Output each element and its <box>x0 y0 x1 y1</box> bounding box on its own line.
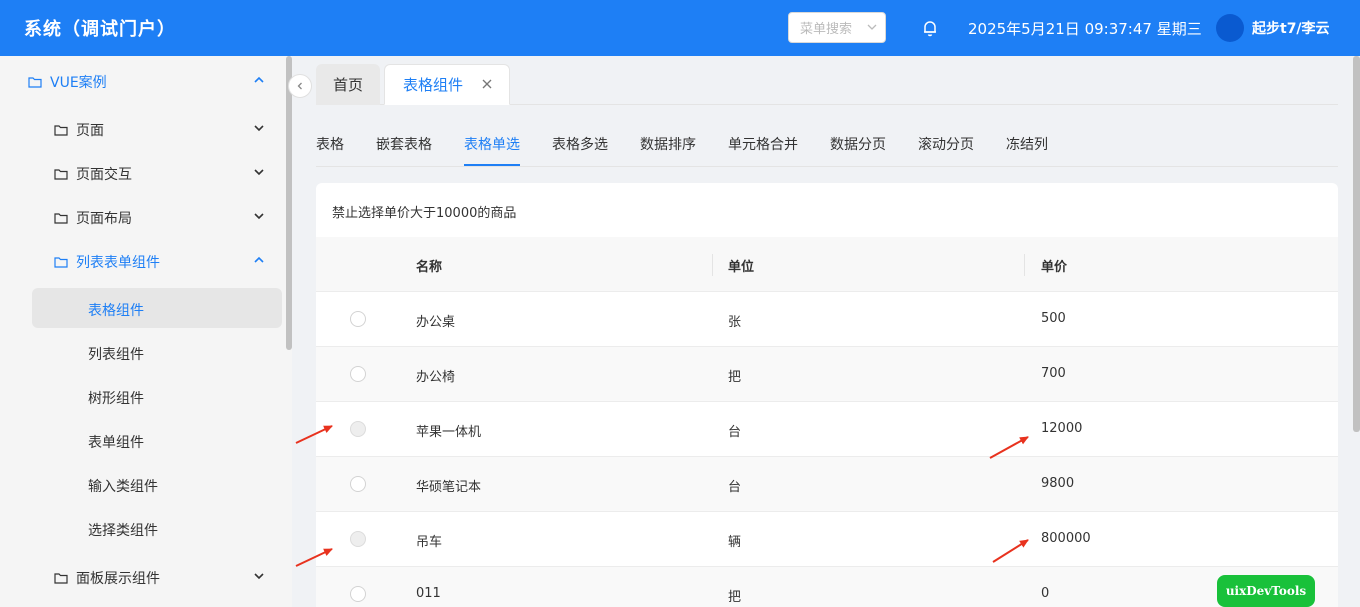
sidebar-item-label: 页面布局 <box>76 211 132 227</box>
cell-price: 500 <box>1041 311 1066 326</box>
chevron-up-icon[interactable] <box>253 254 265 266</box>
column-divider <box>1024 254 1025 276</box>
cell-name: 吊车 <box>416 535 443 550</box>
page-tabs: 首页 表格组件 <box>316 64 1338 105</box>
row-radio[interactable] <box>350 366 366 382</box>
subnav-table-single-select[interactable]: 表格单选 <box>464 134 520 154</box>
cell-name: 苹果一体机 <box>416 425 482 440</box>
chevron-down-icon <box>867 24 877 30</box>
sidebar-item-tree-component[interactable]: 树形组件 <box>88 388 144 408</box>
page-scrollbar[interactable] <box>1353 56 1360 432</box>
cell-name: 011 <box>416 586 441 601</box>
active-tab-underline <box>464 164 520 166</box>
sidebar-item-label: 面板展示组件 <box>76 571 160 587</box>
sidebar-item-list-form-components[interactable]: 列表表单组件 <box>54 252 160 272</box>
folder-icon <box>54 257 68 268</box>
table-row[interactable]: 011 把 0 <box>316 567 1338 607</box>
table-header: 名称 单位 单价 <box>316 237 1338 292</box>
avatar[interactable] <box>1216 14 1244 42</box>
table-row: 苹果一体机 台 12000 <box>316 402 1338 457</box>
subnav-scroll-pagination[interactable]: 滚动分页 <box>918 134 974 154</box>
sidebar-item-input-components[interactable]: 输入类组件 <box>88 476 158 496</box>
table-row[interactable]: 办公椅 把 700 <box>316 347 1338 402</box>
row-radio[interactable] <box>350 586 366 602</box>
folder-icon <box>54 573 68 584</box>
sidebar-scrollbar[interactable] <box>286 56 292 350</box>
chevron-down-icon[interactable] <box>253 122 265 134</box>
cell-name: 华硕笔记本 <box>416 480 482 495</box>
sidebar-item-label: 列表表单组件 <box>76 255 160 271</box>
folder-icon <box>54 169 68 180</box>
close-icon[interactable] <box>481 78 493 90</box>
current-datetime: 2025年5月21日 09:37:47 星期三 <box>968 20 1202 38</box>
folder-icon <box>28 77 42 88</box>
sidebar-item-select-components[interactable]: 选择类组件 <box>88 520 158 540</box>
cell-unit: 张 <box>728 315 742 330</box>
sidebar-item-table-component[interactable]: 表格组件 <box>88 300 144 320</box>
menu-search-placeholder: 菜单搜索 <box>800 22 853 37</box>
subnav-table[interactable]: 表格 <box>316 134 344 154</box>
tab-home[interactable]: 首页 <box>316 64 380 105</box>
table-hint: 禁止选择单价大于10000的商品 <box>332 206 517 221</box>
chevron-down-icon[interactable] <box>253 166 265 178</box>
subnav-nested-table[interactable]: 嵌套表格 <box>376 134 432 154</box>
table-card: 禁止选择单价大于10000的商品 名称 单位 单价 办公桌 张 500 办公椅 … <box>316 183 1338 607</box>
column-header-name: 名称 <box>416 260 443 275</box>
cell-unit: 台 <box>728 425 742 440</box>
cell-price: 9800 <box>1041 476 1075 491</box>
sidebar-item-page-layout[interactable]: 页面布局 <box>54 208 132 228</box>
sidebar-active-highlight <box>32 288 282 328</box>
chevron-left-icon <box>297 82 302 90</box>
sidebar-item-form-component[interactable]: 表单组件 <box>88 432 144 452</box>
row-radio[interactable] <box>350 476 366 492</box>
devtools-button[interactable]: uixDevTools <box>1217 575 1315 607</box>
sidebar-collapse-button[interactable] <box>288 74 312 98</box>
cell-unit: 把 <box>728 590 742 605</box>
cell-price: 800000 <box>1041 531 1091 546</box>
table-row: 吊车 辆 800000 <box>316 512 1338 567</box>
sidebar-item-page-interaction[interactable]: 页面交互 <box>54 164 132 184</box>
user-name[interactable]: 起步t7/李云 <box>1252 18 1330 38</box>
sidebar-item-vue-cases[interactable]: VUE案例 <box>28 72 107 92</box>
column-header-price: 单价 <box>1041 260 1068 275</box>
row-radio[interactable] <box>350 311 366 327</box>
cell-unit: 把 <box>728 370 742 385</box>
menu-search-select[interactable]: 菜单搜索 <box>788 12 886 43</box>
sidebar-item-label: 页面 <box>76 123 104 139</box>
cell-unit: 台 <box>728 480 742 495</box>
sidebar-item-list-component[interactable]: 列表组件 <box>88 344 144 364</box>
tab-label: 表格组件 <box>403 76 464 94</box>
app-title: 系统（调试门户） <box>24 19 176 40</box>
sidebar-item-panel-components[interactable]: 面板展示组件 <box>54 568 160 588</box>
top-header: 系统（调试门户） 菜单搜索 2025年5月21日 09:37:47 星期三 起步… <box>0 0 1360 56</box>
cell-name: 办公椅 <box>416 370 456 385</box>
subnav-data-sort[interactable]: 数据排序 <box>640 134 696 154</box>
cell-price: 0 <box>1041 586 1050 601</box>
bell-icon[interactable] <box>920 18 940 38</box>
row-radio-disabled <box>350 531 366 547</box>
row-radio-disabled <box>350 421 366 437</box>
column-divider <box>712 254 713 276</box>
table-row[interactable]: 华硕笔记本 台 9800 <box>316 457 1338 512</box>
chevron-down-icon[interactable] <box>253 570 265 582</box>
chevron-down-icon[interactable] <box>253 210 265 222</box>
folder-icon <box>54 125 68 136</box>
sidebar-item-label: 页面交互 <box>76 167 132 183</box>
cell-name: 办公桌 <box>416 315 456 330</box>
chevron-up-icon[interactable] <box>253 74 265 86</box>
cell-price: 700 <box>1041 366 1066 381</box>
tab-table-component[interactable]: 表格组件 <box>384 64 510 105</box>
subnav-frozen-column[interactable]: 冻结列 <box>1006 134 1048 154</box>
sidebar-item-page[interactable]: 页面 <box>54 120 104 140</box>
subnav-table-multi-select[interactable]: 表格多选 <box>552 134 608 154</box>
table-row[interactable]: 办公桌 张 500 <box>316 292 1338 347</box>
column-header-unit: 单位 <box>728 260 755 275</box>
sidebar-item-label: VUE案例 <box>50 75 107 91</box>
subnav-cell-merge[interactable]: 单元格合并 <box>728 134 798 154</box>
cell-price: 12000 <box>1041 421 1083 436</box>
table-demo-nav: 表格 嵌套表格 表格单选 表格多选 数据排序 单元格合并 数据分页 滚动分页 冻… <box>316 122 1338 167</box>
folder-icon <box>54 213 68 224</box>
cell-unit: 辆 <box>728 535 742 550</box>
subnav-data-pagination[interactable]: 数据分页 <box>830 134 886 154</box>
